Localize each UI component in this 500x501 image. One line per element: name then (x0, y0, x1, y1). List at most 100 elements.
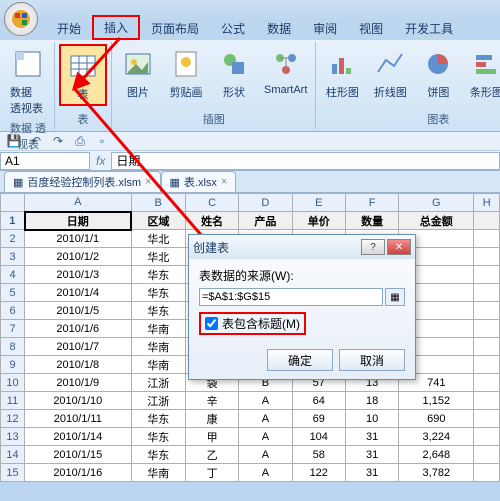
header-cell[interactable]: 姓名 (185, 212, 238, 230)
cell[interactable]: 江浙 (131, 374, 185, 392)
range-picker-button[interactable]: ▦ (385, 288, 405, 306)
cell[interactable]: 58 (292, 446, 345, 464)
row-header[interactable]: 7 (1, 320, 25, 338)
row-header[interactable]: 11 (1, 392, 25, 410)
cell[interactable]: A (239, 392, 292, 410)
ribbon-pivot-button[interactable]: 数据 透视表 (6, 44, 50, 118)
cell[interactable]: 2010/1/4 (25, 284, 132, 302)
cell[interactable] (474, 464, 500, 482)
redo-button[interactable]: ↷ (50, 133, 66, 149)
cell[interactable]: 华北 (131, 248, 185, 266)
cell[interactable] (474, 392, 500, 410)
row-header[interactable]: 5 (1, 284, 25, 302)
dialog-close-button[interactable]: ✕ (387, 239, 411, 255)
header-cell[interactable]: 数量 (345, 212, 398, 230)
header-cell[interactable] (474, 212, 500, 230)
headers-checkbox[interactable] (205, 317, 218, 330)
cell[interactable]: 2010/1/2 (25, 248, 132, 266)
col-header[interactable]: C (185, 194, 238, 212)
cell[interactable]: 华东 (131, 284, 185, 302)
cell[interactable] (474, 428, 500, 446)
cell[interactable] (474, 356, 500, 374)
cell[interactable]: 2010/1/15 (25, 446, 132, 464)
cell[interactable] (474, 320, 500, 338)
row-header[interactable]: 13 (1, 428, 25, 446)
workbook-tab[interactable]: ▦表.xlsx× (161, 171, 237, 192)
header-cell[interactable]: 日期 (25, 212, 132, 230)
cancel-button[interactable]: 取消 (339, 349, 405, 371)
cell[interactable]: 2010/1/11 (25, 410, 132, 428)
dialog-titlebar[interactable]: 创建表 ? ✕ (189, 235, 415, 259)
workbook-tab[interactable]: ▦百度经验控制列表.xlsm× (4, 171, 161, 192)
cell[interactable]: 2,648 (399, 446, 474, 464)
cell[interactable]: 华东 (131, 266, 185, 284)
ribbon-line-button[interactable]: 折线图 (368, 44, 412, 102)
col-header[interactable]: B (131, 194, 185, 212)
col-header[interactable]: E (292, 194, 345, 212)
office-button[interactable] (4, 2, 38, 36)
cell[interactable]: 华南 (131, 464, 185, 482)
ribbon-table-button[interactable]: 表 (59, 44, 107, 106)
cell[interactable]: 华北 (131, 230, 185, 248)
cell[interactable]: 甲 (185, 428, 238, 446)
ribbon-clip-button[interactable]: 剪贴画 (164, 44, 208, 102)
cell[interactable]: 2010/1/5 (25, 302, 132, 320)
row-header[interactable]: 10 (1, 374, 25, 392)
cell[interactable]: 2010/1/9 (25, 374, 132, 392)
cell[interactable]: 31 (345, 464, 398, 482)
save-button[interactable]: 💾 (6, 133, 22, 149)
col-header[interactable]: G (399, 194, 474, 212)
cell[interactable]: 华东 (131, 410, 185, 428)
col-header[interactable]: A (25, 194, 132, 212)
cell[interactable]: 乙 (185, 446, 238, 464)
row-header[interactable]: 6 (1, 302, 25, 320)
cell[interactable]: 2010/1/10 (25, 392, 132, 410)
dialog-help-button[interactable]: ? (361, 239, 385, 255)
cell[interactable]: 2010/1/1 (25, 230, 132, 248)
col-header[interactable]: F (345, 194, 398, 212)
header-cell[interactable]: 单价 (292, 212, 345, 230)
row-header[interactable]: 4 (1, 266, 25, 284)
cell[interactable]: A (239, 410, 292, 428)
tab-审阅[interactable]: 审阅 (302, 17, 348, 40)
cell[interactable]: 3,224 (399, 428, 474, 446)
ribbon-bar-button[interactable]: 条形图 (464, 44, 500, 102)
new-button[interactable]: ▫ (94, 133, 110, 149)
cell[interactable]: 122 (292, 464, 345, 482)
tab-插入[interactable]: 插入 (92, 15, 140, 40)
cell[interactable] (474, 410, 500, 428)
cell[interactable]: 69 (292, 410, 345, 428)
close-icon[interactable]: × (221, 176, 227, 188)
row-header[interactable]: 3 (1, 248, 25, 266)
cell[interactable]: 江浙 (131, 392, 185, 410)
cell[interactable]: 104 (292, 428, 345, 446)
cell[interactable]: 华南 (131, 320, 185, 338)
formula-input[interactable] (111, 152, 500, 170)
cell[interactable]: 丁 (185, 464, 238, 482)
fx-icon[interactable]: fx (90, 154, 111, 168)
ribbon-pic-button[interactable]: 图片 (116, 44, 160, 102)
cell[interactable] (474, 284, 500, 302)
cell[interactable]: 华南 (131, 356, 185, 374)
tab-页面布局[interactable]: 页面布局 (140, 17, 210, 40)
cell[interactable]: A (239, 446, 292, 464)
cell[interactable]: 康 (185, 410, 238, 428)
cell[interactable]: A (239, 464, 292, 482)
close-icon[interactable]: × (145, 176, 151, 188)
cell[interactable]: 2010/1/8 (25, 356, 132, 374)
cell[interactable]: 10 (345, 410, 398, 428)
tab-开发工具[interactable]: 开发工具 (394, 17, 464, 40)
row-header[interactable]: 14 (1, 446, 25, 464)
cell[interactable]: 1,152 (399, 392, 474, 410)
cell[interactable] (474, 302, 500, 320)
cell[interactable]: 辛 (185, 392, 238, 410)
tab-开始[interactable]: 开始 (46, 17, 92, 40)
row-header[interactable]: 15 (1, 464, 25, 482)
col-header[interactable]: H (474, 194, 500, 212)
cell[interactable]: 华东 (131, 428, 185, 446)
row-header[interactable]: 1 (1, 212, 25, 230)
cell[interactable]: 华南 (131, 338, 185, 356)
cell[interactable]: 2010/1/7 (25, 338, 132, 356)
row-header[interactable]: 8 (1, 338, 25, 356)
ribbon-col-button[interactable]: 柱形图 (320, 44, 364, 102)
